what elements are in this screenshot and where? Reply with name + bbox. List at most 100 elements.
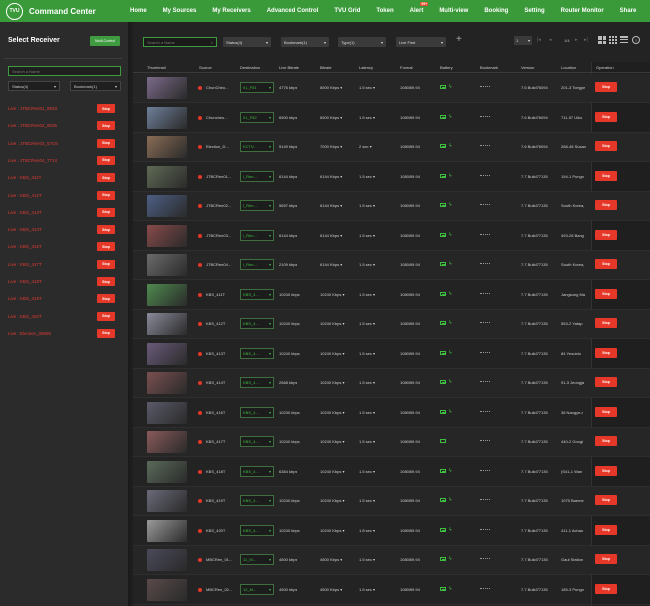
table-row[interactable]: MBCRen_02... 12_M... ▾ 4500 kbps 4500 Kbp… xyxy=(133,576,650,605)
latency-select[interactable]: 1.8 sec ▾ xyxy=(359,528,375,533)
latency-select[interactable]: 1.5 sec ▾ xyxy=(359,439,375,444)
nav-my-receivers[interactable]: My Receivers xyxy=(204,8,258,14)
bitrate-select[interactable]: 10240 Kbps ▾ xyxy=(320,439,345,444)
bitrate-select[interactable]: 6144 Kbps ▾ xyxy=(320,233,342,238)
row-stop-button[interactable]: Stop xyxy=(595,259,617,269)
bookmark-icon[interactable] xyxy=(480,528,490,531)
add-icon[interactable]: + xyxy=(456,34,462,45)
latency-select[interactable]: 1.5 sec ▾ xyxy=(359,587,375,592)
nav-router-monitor[interactable]: Router Monitor xyxy=(553,8,612,14)
receiver-item[interactable]: Live : KBS_419T Stop xyxy=(0,290,125,307)
column-header-bitrate[interactable]: Bitrate xyxy=(320,65,332,70)
info-icon[interactable]: ? xyxy=(632,36,640,44)
bitrate-select[interactable]: 6500 Kbps ▾ xyxy=(320,115,342,120)
latency-select[interactable]: 1.5 sec ▾ xyxy=(359,498,375,503)
receiver-item[interactable]: Live : KBS_416T Stop xyxy=(0,238,125,255)
destination-select[interactable]: KBS_4... ▾ xyxy=(240,524,274,536)
bitrate-select[interactable]: 10240 Kbps ▾ xyxy=(320,528,345,533)
destination-select[interactable]: KBS_4... ▾ xyxy=(240,347,274,359)
video-thumbnail[interactable] xyxy=(147,77,187,99)
nav-share[interactable]: Share xyxy=(612,8,645,14)
row-stop-button[interactable]: Stop xyxy=(595,111,617,122)
row-stop-button[interactable]: Stop xyxy=(595,377,617,387)
destination-select[interactable]: KBS_4... ▾ xyxy=(240,288,274,300)
nav-my-sources[interactable]: My Sources xyxy=(155,8,205,14)
receiver-item[interactable]: Live : KBS_418T Stop xyxy=(0,273,125,290)
row-stop-button[interactable]: Stop xyxy=(595,170,617,181)
video-thumbnail[interactable] xyxy=(147,254,187,276)
destination-select[interactable]: KBS_4... ▾ xyxy=(240,377,274,388)
receiver-stop-button[interactable]: Stop xyxy=(97,277,115,286)
destination-select[interactable]: 01_F51 ▾ xyxy=(240,82,274,93)
bitrate-select[interactable]: 10240 Kbps ▾ xyxy=(320,410,345,415)
table-row[interactable]: JTBCRen02... l_Ren... ▾ 5657 kbps 6144 Kb… xyxy=(133,192,650,221)
bitrate-select[interactable]: 6144 Kbps ▾ xyxy=(320,174,342,179)
receiver-stop-button[interactable]: Stop xyxy=(97,207,115,217)
table-row[interactable]: KBS_420T KBS_4... ▾ 10240 kbps 10240 Kbps… xyxy=(133,517,650,546)
destination-select[interactable]: KBS_4... ▾ xyxy=(240,436,274,447)
bookmark-select[interactable]: Bookmark(1) ▾ xyxy=(281,37,329,47)
receiver-item[interactable]: Live : JTBCRen03_57C6 Stop xyxy=(0,135,125,152)
column-header-location[interactable]: Location xyxy=(561,65,576,70)
row-stop-button[interactable]: Stop xyxy=(595,465,617,476)
bookmark-icon[interactable] xyxy=(480,558,490,560)
table-row[interactable]: Election_D... KCTV... ▾ 5149 kbps 7000 Kb… xyxy=(133,133,650,162)
latency-select[interactable]: 1.5 sec ▾ xyxy=(359,174,375,179)
bookmark-icon[interactable] xyxy=(480,174,490,177)
grid-view-icon[interactable] xyxy=(598,36,606,44)
video-thumbnail[interactable] xyxy=(147,313,187,335)
bitrate-select[interactable]: 7000 Kbps ▾ xyxy=(320,144,342,149)
table-row[interactable]: JTBCRen01... l_Ren... ▾ 6144 kbps 6144 Kb… xyxy=(133,163,650,192)
row-stop-button[interactable]: Stop xyxy=(595,406,617,417)
column-header-version[interactable]: Version xyxy=(521,65,534,70)
destination-select[interactable]: l_Ren... ▾ xyxy=(240,229,274,241)
video-thumbnail[interactable] xyxy=(147,195,187,217)
video-thumbnail[interactable] xyxy=(147,549,187,571)
table-row[interactable]: KBS_416T KBS_4... ▾ 10230 kbps 10240 Kbps… xyxy=(133,399,650,428)
bookmark-icon[interactable] xyxy=(480,587,490,590)
tile-view-icon[interactable] xyxy=(609,36,617,44)
latency-select[interactable]: 1.5 sec ▾ xyxy=(359,233,375,238)
receiver-stop-button[interactable]: Stop xyxy=(97,242,115,252)
column-header-latency[interactable]: Latency xyxy=(359,65,373,70)
row-stop-button[interactable]: Stop xyxy=(595,82,617,92)
bitrate-select[interactable]: 10240 Kbps ▾ xyxy=(320,321,345,326)
column-header-format[interactable]: Format xyxy=(400,65,413,70)
table-row[interactable]: JTBCRen04... l_Ren... ▾ 2109 kbps 6144 Kb… xyxy=(133,251,650,280)
multi-control-button[interactable]: Multi-Control xyxy=(90,36,120,46)
logo[interactable]: TVU Command Center xyxy=(6,2,96,20)
bookmark-icon[interactable] xyxy=(480,204,490,206)
receiver-item[interactable]: Live : KBS_414T Stop xyxy=(0,221,125,238)
video-thumbnail[interactable] xyxy=(147,283,187,306)
table-row[interactable]: MBCRen_01... 11_M... ▾ 4500 kbps 4500 Kbp… xyxy=(133,546,650,575)
row-stop-button[interactable]: Stop xyxy=(595,347,617,358)
table-row[interactable]: ChunCheo... 01_F51 ▾ 4776 kbps 6500 Kbps … xyxy=(133,74,650,103)
row-stop-button[interactable]: Stop xyxy=(595,200,617,210)
video-thumbnail[interactable] xyxy=(147,165,187,188)
receiver-stop-button[interactable]: Stop xyxy=(97,121,115,131)
table-row[interactable]: KBS_414T KBS_4... ▾ 2668 kbps 10240 Kbps … xyxy=(133,369,650,398)
latency-select[interactable]: 1.5 sec ▾ xyxy=(359,115,375,120)
row-stop-button[interactable]: Stop xyxy=(595,554,617,564)
video-thumbnail[interactable] xyxy=(147,519,187,542)
bitrate-select[interactable]: 6144 Kbps ▾ xyxy=(320,203,342,208)
receiver-search-input[interactable]: Search a Name xyxy=(8,66,121,76)
nav-alert[interactable]: Alert 99+ xyxy=(402,2,432,14)
bookmark-icon[interactable] xyxy=(480,292,490,295)
video-thumbnail[interactable] xyxy=(147,490,187,512)
row-stop-button[interactable]: Stop xyxy=(595,524,617,535)
destination-select[interactable]: KCTV... ▾ xyxy=(240,141,274,152)
bookmark-icon[interactable] xyxy=(480,263,490,265)
bookmark-icon[interactable] xyxy=(480,440,490,442)
nav-multi-view[interactable]: Multi-view xyxy=(431,8,476,14)
search-icon[interactable]: ⌕ xyxy=(211,40,213,45)
receiver-stop-button[interactable]: Stop xyxy=(97,328,115,338)
table-row[interactable]: Chuncheo... 01_F52 ▾ 6500 kbps 6500 Kbps … xyxy=(133,104,650,133)
receiver-item[interactable]: Live : KBS_420T Stop xyxy=(0,308,125,325)
column-header-thumbnail[interactable]: Thumbnail xyxy=(147,65,166,70)
bookmark-icon[interactable] xyxy=(480,86,490,88)
bookmark-icon[interactable] xyxy=(480,351,490,354)
receiver-item[interactable]: Live : JTBCRen04_7714 Stop xyxy=(0,152,125,169)
destination-select[interactable]: KBS_4... ▾ xyxy=(240,406,274,418)
column-header-live-bitrate[interactable]: Live Bitrate xyxy=(279,65,299,70)
